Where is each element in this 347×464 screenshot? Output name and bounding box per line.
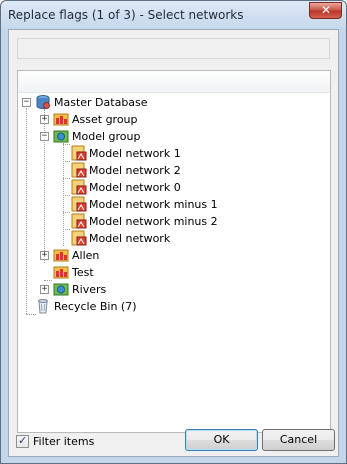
model-group-icon	[53, 283, 69, 296]
filter-items-checkbox[interactable]: ✓	[16, 434, 29, 448]
model-network-icon	[71, 179, 87, 195]
tree-item-label: Model network	[89, 232, 171, 245]
tree-item-asset-group[interactable]: + Asset group	[18, 111, 328, 128]
expand-icon[interactable]: +	[40, 115, 49, 124]
ok-button[interactable]: OK	[185, 429, 258, 451]
tree-item-master-database[interactable]: − Master Database	[18, 94, 328, 111]
tree-item-allen[interactable]: + Allen	[18, 247, 328, 264]
tree-item-label: Model network minus 2	[89, 215, 218, 228]
expand-icon[interactable]: +	[40, 285, 49, 294]
tree-item-test[interactable]: Test	[18, 264, 328, 281]
tree-item-model-network-0[interactable]: Model network 0	[18, 179, 328, 196]
tree-header	[18, 71, 330, 93]
close-button[interactable]: ✕	[309, 2, 342, 19]
tree-item-label: Rivers	[72, 283, 107, 296]
database-icon	[36, 95, 50, 109]
collapse-icon[interactable]: −	[22, 98, 31, 107]
asset-group-icon	[53, 249, 69, 262]
recycle-bin-icon	[38, 299, 48, 314]
tree-item-label: Allen	[72, 249, 100, 262]
tree-item-model-group[interactable]: − Model group	[18, 128, 328, 145]
tree-item-label: Model network 0	[89, 181, 181, 194]
tree-item-model-network-minus-1[interactable]: Model network minus 1	[18, 196, 328, 213]
filter-bar[interactable]	[17, 38, 330, 59]
dialog-window: Replace flags (1 of 3) - Select networks…	[0, 0, 347, 464]
tree-item-label: Test	[72, 266, 94, 279]
model-group-icon	[53, 130, 69, 143]
dialog-client: − Master Database + Asset group − Model …	[8, 29, 339, 457]
model-network-icon	[71, 162, 87, 178]
window-title: Replace flags (1 of 3) - Select networks	[8, 8, 244, 22]
model-network-icon	[71, 230, 87, 246]
model-network-icon	[71, 145, 87, 161]
asset-group-icon	[53, 113, 69, 126]
tree-item-label: Asset group	[72, 113, 138, 126]
filter-items-label: Filter items	[33, 435, 95, 448]
network-tree[interactable]: − Master Database + Asset group − Model …	[17, 70, 331, 433]
tree-item-label: Master Database	[54, 96, 148, 109]
tree-item-label: Model network 2	[89, 164, 181, 177]
tree-item-label: Model network 1	[89, 147, 181, 160]
asset-group-icon	[53, 266, 69, 279]
title-bar[interactable]: Replace flags (1 of 3) - Select networks…	[1, 1, 346, 29]
tree-item-model-network-1[interactable]: Model network 1	[18, 145, 328, 162]
model-network-icon	[71, 196, 87, 212]
close-icon: ✕	[321, 3, 332, 17]
model-network-icon	[71, 213, 87, 229]
tree-item-label: Model group	[72, 130, 141, 143]
tree-item-label: Model network minus 1	[89, 198, 218, 211]
tree-item-label: Recycle Bin (7)	[54, 300, 137, 313]
cancel-button[interactable]: Cancel	[262, 429, 335, 451]
tree-item-model-network[interactable]: Model network	[18, 230, 328, 247]
collapse-icon[interactable]: −	[40, 132, 49, 141]
tree-item-model-network-minus-2[interactable]: Model network minus 2	[18, 213, 328, 230]
expand-icon[interactable]: +	[40, 251, 49, 260]
tree-item-model-network-2[interactable]: Model network 2	[18, 162, 328, 179]
tree-item-recycle-bin[interactable]: Recycle Bin (7)	[18, 298, 328, 315]
tree-item-rivers[interactable]: + Rivers	[18, 281, 328, 298]
checkmark-icon: ✓	[18, 434, 28, 447]
